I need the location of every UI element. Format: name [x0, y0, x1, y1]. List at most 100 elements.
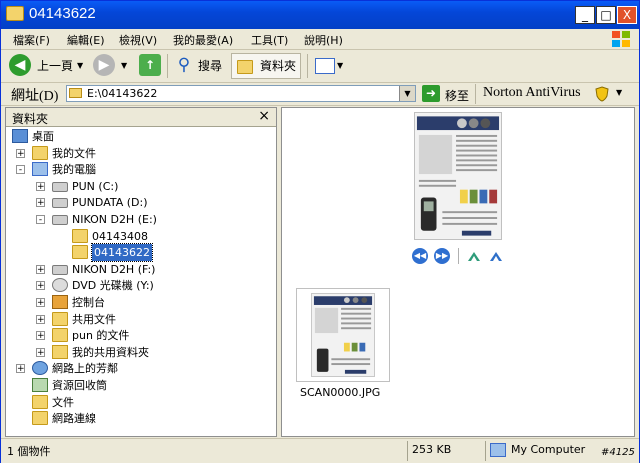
forward-dropdown-icon[interactable]: ▼ — [121, 54, 127, 78]
tree-item[interactable]: 04143408 — [6, 228, 274, 245]
tree-item[interactable]: 網路連線 — [6, 410, 274, 427]
address-input[interactable]: E:\04143622 ▼ — [66, 85, 416, 102]
tree-item[interactable]: + 網路上的芳鄰 — [6, 360, 274, 377]
folder-icon — [32, 145, 48, 160]
expand-icon[interactable]: + — [36, 181, 45, 191]
tree-item[interactable]: + pun 的文件 — [6, 327, 274, 344]
file-thumbnail[interactable] — [296, 288, 390, 382]
maximize-button[interactable]: □ — [596, 6, 616, 24]
tree-item-label: 04143622 — [91, 243, 153, 263]
expand-icon[interactable]: + — [16, 364, 25, 374]
menu-favorites[interactable]: 我的最愛(A) — [173, 32, 233, 48]
tree-item[interactable]: 桌面 — [6, 128, 274, 145]
tree-item[interactable]: + 控制台 — [6, 294, 274, 311]
folder-tree: 桌面 + 我的文件 - 我的電腦 + PUN (C:) + PUNDATA (D:) - NIKON… — [6, 128, 276, 436]
menu-tools[interactable]: 工具(T) — [251, 32, 288, 48]
tree-item[interactable]: + PUNDATA (D:) — [6, 194, 274, 211]
menu-bar: 檔案(F) 編輯(E) 檢視(V) 我的最愛(A) 工具(T) 說明(H) — [1, 29, 639, 50]
previous-image-icon[interactable]: ◀◀ — [412, 248, 428, 264]
tree-item-label: 網路上的芳鄰 — [52, 362, 118, 376]
norton-dropdown-icon[interactable]: ▼ — [616, 88, 622, 97]
shared-folder-icon — [52, 344, 68, 359]
menu-edit[interactable]: 編輯(E) — [67, 32, 105, 48]
back-button[interactable]: 上一頁 — [37, 54, 73, 78]
collapse-icon[interactable]: - — [16, 165, 25, 175]
drive-icon — [52, 198, 68, 209]
expand-icon[interactable]: + — [36, 314, 45, 324]
tree-item[interactable]: + DVD 光碟機 (Y:) — [6, 277, 274, 294]
title-bar[interactable]: 04143622 _ □ X — [1, 1, 639, 29]
back-arrow-icon[interactable]: ◀ — [9, 54, 31, 76]
back-dropdown-icon[interactable]: ▼ — [77, 54, 83, 78]
search-icon[interactable]: ⚲ — [173, 54, 195, 76]
tree-item[interactable]: - 我的電腦 — [6, 161, 274, 178]
close-button[interactable]: X — [617, 6, 637, 24]
tree-item[interactable]: 文件 — [6, 394, 274, 411]
drive-icon — [52, 215, 68, 225]
folders-pane: 資料夾 × 桌面 + 我的文件 - 我的電腦 + PUN (C:) + PUNDATA (D:)… — [5, 107, 277, 437]
go-button[interactable]: 移至 — [445, 87, 469, 104]
tree-item[interactable]: + PUN (C:) — [6, 178, 274, 195]
rotate-counterclockwise-icon[interactable] — [488, 249, 504, 263]
folder-icon — [52, 328, 68, 343]
menu-help[interactable]: 說明(H) — [304, 32, 343, 48]
expand-icon[interactable]: + — [36, 298, 45, 308]
folder-icon — [32, 411, 48, 426]
status-divider — [407, 441, 408, 461]
close-pane-icon[interactable]: × — [258, 108, 270, 124]
tree-item[interactable]: + 共用文件 — [6, 311, 274, 328]
menu-file[interactable]: 檔案(F) — [13, 32, 50, 48]
tree-item[interactable]: 04143622 — [6, 243, 274, 263]
views-dropdown-icon[interactable]: ▼ — [337, 54, 343, 78]
up-folder-icon[interactable]: ↑ — [139, 54, 161, 76]
next-image-icon[interactable]: ▶▶ — [434, 248, 450, 264]
thumbnail-image — [311, 293, 375, 377]
expand-icon[interactable]: + — [36, 331, 45, 341]
tree-item-label: 桌面 — [32, 130, 54, 143]
file-name-label[interactable]: SCAN0000.JPG — [300, 386, 380, 399]
explorer-window: 04143622 _ □ X 檔案(F) 編輯(E) 檢視(V) 我的最愛(A)… — [0, 0, 640, 463]
expand-icon[interactable]: + — [36, 198, 45, 208]
tree-item[interactable]: + NIKON D2H (F:) — [6, 261, 274, 278]
expand-icon[interactable]: + — [16, 148, 25, 158]
my-computer-icon — [490, 443, 506, 457]
file-view: ◀◀ ▶▶ SCAN0000.JPG — [281, 107, 635, 437]
tree-item-label: 控制台 — [72, 296, 105, 309]
rotate-clockwise-icon[interactable] — [466, 249, 482, 263]
tree-item-label: DVD 光碟機 (Y:) — [72, 279, 154, 293]
views-icon[interactable] — [315, 58, 335, 74]
image-preview — [414, 112, 502, 240]
tree-item-label: 共用文件 — [72, 312, 116, 326]
tree-item[interactable]: 資源回收筒 — [6, 377, 274, 394]
tree-item[interactable]: + 我的共用資料夾 — [6, 344, 274, 361]
expand-icon[interactable]: + — [36, 264, 45, 274]
minimize-button[interactable]: _ — [575, 6, 595, 24]
status-divider — [485, 441, 486, 461]
norton-shield-icon[interactable] — [595, 86, 609, 102]
menu-view[interactable]: 檢視(V) — [119, 32, 157, 48]
toolbar-separator — [167, 54, 168, 78]
standard-toolbar: ◀ 上一頁 ▼ ▶ ▼ ↑ ⚲ 搜尋 資料夾 ▼ — [1, 50, 639, 83]
folder-icon — [69, 88, 82, 98]
tree-item[interactable]: - NIKON D2H (E:) — [6, 211, 274, 228]
folders-button[interactable]: 資料夾 — [260, 54, 296, 78]
tree-item[interactable]: + 我的文件 — [6, 145, 274, 162]
go-arrow-icon[interactable]: ➜ — [422, 85, 440, 102]
folders-pane-header: 資料夾 × — [6, 108, 276, 127]
tree-item-label: NIKON D2H (E:) — [72, 213, 157, 226]
expand-icon[interactable]: + — [36, 347, 45, 357]
collapse-icon[interactable]: - — [36, 215, 45, 225]
tree-item-label: NIKON D2H (F:) — [72, 262, 156, 276]
drive-icon — [52, 264, 68, 275]
control-panel-icon — [52, 295, 68, 309]
forward-arrow-icon[interactable]: ▶ — [93, 54, 115, 76]
desktop-icon — [12, 129, 28, 143]
address-dropdown-icon[interactable]: ▼ — [399, 86, 415, 101]
address-bar: 網址(D) E:\04143622 ▼ ➜ 移至 Norton AntiViru… — [1, 83, 639, 106]
folder-icon — [52, 311, 68, 326]
drive-icon — [52, 181, 68, 192]
tree-item-label: PUNDATA (D:) — [72, 196, 148, 210]
search-button[interactable]: 搜尋 — [198, 54, 222, 78]
norton-antivirus-button[interactable]: Norton AntiVirus — [483, 85, 581, 101]
expand-icon[interactable]: + — [36, 281, 45, 291]
